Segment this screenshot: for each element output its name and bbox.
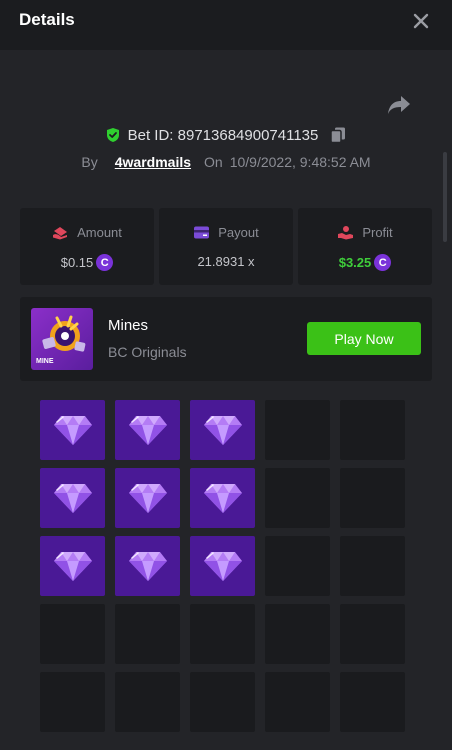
tile-empty	[265, 604, 330, 664]
tile-empty	[115, 672, 180, 732]
profit-card: Profit $3.25 C	[298, 208, 432, 285]
tile-empty	[340, 672, 405, 732]
tile-gem	[40, 536, 105, 596]
amount-icon	[53, 227, 68, 240]
on-label: On	[204, 154, 223, 170]
shield-check-icon	[106, 128, 119, 142]
bet-stats: Amount $0.15 C Payout 21.8931 x Profit $…	[20, 208, 432, 285]
payout-card: Payout 21.8931 x	[159, 208, 293, 285]
diamond-icon	[203, 552, 242, 581]
scrollbar[interactable]	[443, 152, 447, 242]
payout-label: Payout	[218, 225, 259, 240]
diamond-icon	[128, 416, 167, 445]
close-icon[interactable]	[410, 10, 432, 32]
tile-empty	[340, 468, 405, 528]
coin-icon: C	[374, 254, 392, 271]
tile-gem	[115, 468, 180, 528]
tile-empty	[40, 672, 105, 732]
tile-empty	[265, 672, 330, 732]
tile-gem	[115, 536, 180, 596]
bet-id: Bet ID: 89713684900741135	[127, 126, 319, 144]
tile-empty	[40, 604, 105, 664]
diamond-icon	[53, 416, 92, 445]
tile-empty	[265, 536, 330, 596]
game-thumb-label: MINE	[36, 358, 54, 365]
game-provider: BC Originals	[108, 344, 187, 360]
diamond-icon	[53, 484, 92, 513]
play-now-button[interactable]: Play Now	[307, 322, 421, 355]
bet-id-row: Bet ID: 89713684900741135	[0, 124, 452, 146]
username-link[interactable]: 4wardmails	[115, 154, 191, 170]
mines-board	[40, 400, 408, 732]
game-thumbnail[interactable]: MINE	[31, 308, 93, 370]
page-title: Details	[19, 10, 75, 29]
profit-value: $3.25	[338, 255, 372, 270]
amount-card: Amount $0.15 C	[20, 208, 154, 285]
details-header: Details	[0, 0, 452, 50]
profit-icon	[338, 226, 354, 240]
game-card: MINE Mines BC Originals Play Now	[20, 297, 432, 381]
diamond-icon	[128, 552, 167, 581]
tile-empty	[115, 604, 180, 664]
tile-empty	[265, 400, 330, 460]
tile-empty	[265, 468, 330, 528]
payout-value: 21.8931 x	[197, 254, 255, 269]
tile-gem	[190, 468, 255, 528]
bet-author-row: By 4wardmails On 10/9/2022, 9:48:52 AM	[0, 152, 452, 172]
amount-label: Amount	[77, 225, 122, 240]
tile-empty	[340, 536, 405, 596]
game-name: Mines	[108, 317, 149, 334]
tile-gem	[40, 468, 105, 528]
tile-empty	[190, 672, 255, 732]
tile-gem	[115, 400, 180, 460]
diamond-icon	[203, 484, 242, 513]
copy-icon[interactable]	[329, 126, 347, 144]
tile-gem	[190, 400, 255, 460]
tile-empty	[190, 604, 255, 664]
profit-label: Profit	[362, 225, 393, 240]
diamond-icon	[203, 416, 242, 445]
by-label: By	[81, 154, 98, 170]
tile-gem	[40, 400, 105, 460]
diamond-icon	[128, 484, 167, 513]
tile-empty	[340, 400, 405, 460]
wallet-icon	[194, 226, 210, 239]
diamond-icon	[53, 552, 92, 581]
tile-gem	[190, 536, 255, 596]
share-icon[interactable]	[387, 94, 411, 116]
tile-empty	[340, 604, 405, 664]
bet-datetime: 10/9/2022, 9:48:52 AM	[229, 154, 371, 170]
amount-value: $0.15	[60, 255, 94, 270]
coin-icon: C	[96, 254, 114, 271]
